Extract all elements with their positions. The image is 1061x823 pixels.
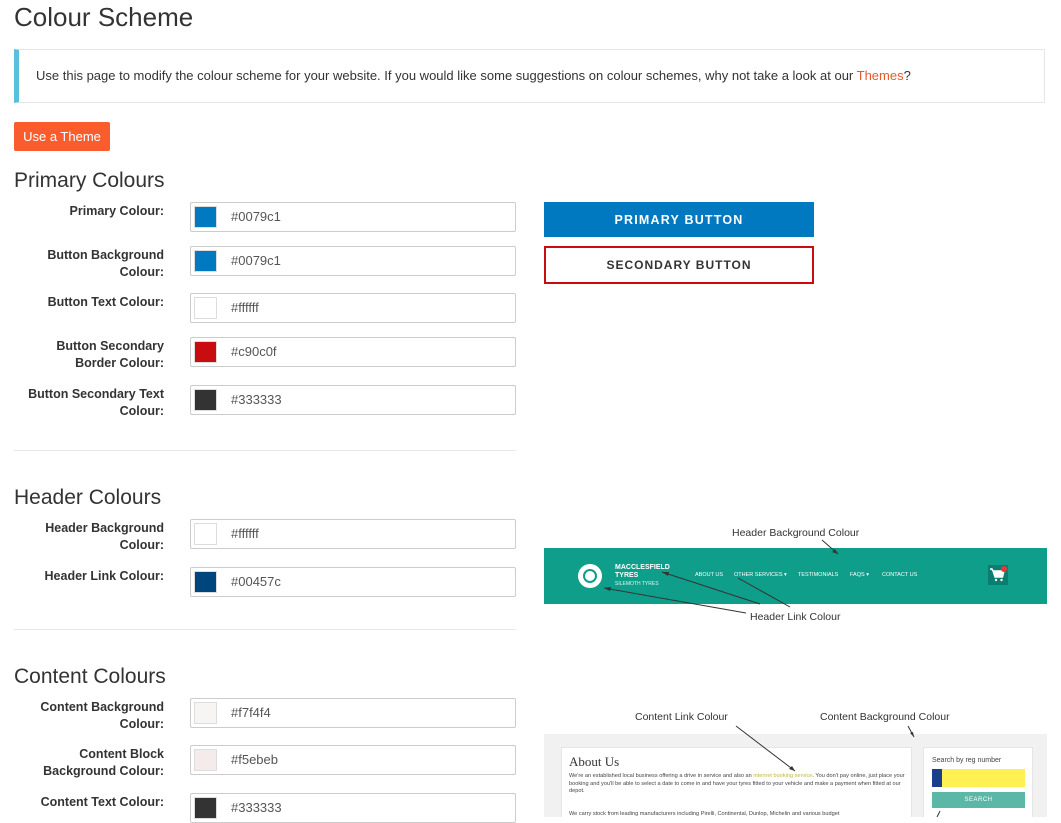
button-text-colour-label: Button Text Colour: xyxy=(47,295,164,309)
button-text-colour-swatch[interactable] xyxy=(194,297,217,319)
primary-colour-label: Primary Colour: xyxy=(69,204,164,218)
primary-button-preview[interactable]: PRIMARY BUTTON xyxy=(544,202,814,237)
themes-link[interactable]: Themes xyxy=(857,68,904,83)
header-background-colour-label: Header Background Colour: xyxy=(45,521,164,552)
content-background-colour-swatch[interactable] xyxy=(194,702,217,724)
header-background-colour-swatch[interactable] xyxy=(194,523,217,545)
content-text-colour-swatch[interactable] xyxy=(194,797,217,819)
section-divider xyxy=(14,629,516,630)
info-text: Use this page to modify the colour schem… xyxy=(36,68,857,83)
content-block-background-colour-swatch[interactable] xyxy=(194,749,217,771)
brand-line-1: MACCLESFIELD xyxy=(615,564,670,571)
primary-colour-input[interactable]: #0079c1 xyxy=(190,202,516,232)
nav-testimonials: TESTIMONIALS xyxy=(798,572,839,578)
info-suffix: ? xyxy=(903,68,911,83)
button-secondary-text-colour-label: Button Secondary Text Colour: xyxy=(28,387,164,418)
content-link-annotation: Content Link Colour xyxy=(635,711,728,723)
primary-colour-swatch[interactable] xyxy=(194,206,217,228)
content-block-background-colour-input[interactable]: #f5ebeb xyxy=(190,745,516,775)
button-text-colour-input[interactable]: #ffffff xyxy=(190,293,516,323)
search-widget-preview: Search by reg number SEARCH xyxy=(923,747,1033,817)
header-preview: MACCLESFIELD TYRES SILEMOTH TYRES ABOUT … xyxy=(544,548,1047,604)
button-secondary-border-colour-label: Button Secondary Border Colour: xyxy=(56,339,164,370)
content-preview: About Us We're an established local busi… xyxy=(544,734,1047,817)
secondary-button-preview[interactable]: SECONDARY BUTTON xyxy=(544,246,814,284)
header-background-colour-input[interactable]: #ffffff xyxy=(190,519,516,549)
search-label: Search by reg number xyxy=(932,757,1002,764)
nav-faqs: FAQS ▾ xyxy=(850,572,869,578)
nav-about-us: ABOUT US xyxy=(695,572,724,578)
content-background-colour-input[interactable]: #f7f4f4 xyxy=(190,698,516,728)
button-secondary-border-colour-value[interactable]: #c90c0f xyxy=(231,338,277,366)
header-link-colour-input[interactable]: #00457c xyxy=(190,567,516,597)
content-block-text: We're an established local business offe… xyxy=(569,773,905,796)
content-text-colour-input[interactable]: #333333 xyxy=(190,793,516,823)
brand-subtitle: SILEMOTH TYRES xyxy=(615,581,659,587)
button-background-colour-swatch[interactable] xyxy=(194,250,217,272)
content-background-annotation: Content Background Colour xyxy=(820,711,950,723)
button-secondary-text-colour-swatch[interactable] xyxy=(194,389,217,411)
button-secondary-border-colour-input[interactable]: #c90c0f xyxy=(190,337,516,367)
nav-contact-us: CONTACT US xyxy=(882,572,918,578)
content-block-background-colour-label: Content Block Background Colour: xyxy=(43,747,164,778)
header-link-annotation: Header Link Colour xyxy=(750,611,841,623)
section-divider xyxy=(14,450,516,451)
header-preview-brand: MACCLESFIELD TYRES xyxy=(615,564,670,580)
button-secondary-text-colour-value[interactable]: #333333 xyxy=(231,386,282,414)
content-text-part: We're an established local business offe… xyxy=(569,773,754,779)
primary-colour-value[interactable]: #0079c1 xyxy=(231,203,281,231)
button-background-colour-label: Button Background Colour: xyxy=(47,248,164,279)
header-background-colour-value[interactable]: #ffffff xyxy=(231,520,259,548)
button-secondary-border-colour-swatch[interactable] xyxy=(194,341,217,363)
content-background-colour-label: Content Background Colour: xyxy=(40,700,164,731)
header-link-colour-label: Header Link Colour: xyxy=(44,569,164,583)
content-block-title: About Us xyxy=(569,754,620,769)
use-theme-button[interactable]: Use a Theme xyxy=(14,122,110,151)
content-block-preview: About Us We're an established local busi… xyxy=(561,747,912,817)
header-link-colour-value[interactable]: #00457c xyxy=(231,568,281,596)
brand-line-2: TYRES xyxy=(615,572,639,579)
content-colours-title: Content Colours xyxy=(14,665,166,688)
content-background-colour-value[interactable]: #f7f4f4 xyxy=(231,699,271,727)
button-background-colour-value[interactable]: #0079c1 xyxy=(231,247,281,275)
content-block-background-colour-value[interactable]: #f5ebeb xyxy=(231,746,278,774)
content-block-text-2: We carry stock from leading manufacturer… xyxy=(569,811,840,817)
search-button-preview: SEARCH xyxy=(932,792,1025,808)
button-secondary-text-colour-input[interactable]: #333333 xyxy=(190,385,516,415)
button-background-colour-input[interactable]: #0079c1 xyxy=(190,246,516,276)
tyre-logo-icon xyxy=(578,564,602,588)
content-link-sample: internet booking service xyxy=(753,773,813,779)
nav-other-services: OTHER SERVICES ▾ xyxy=(734,572,787,578)
button-text-colour-value[interactable]: #ffffff xyxy=(231,294,259,322)
info-box: Use this page to modify the colour schem… xyxy=(14,49,1045,103)
content-text-colour-label: Content Text Colour: xyxy=(40,795,164,809)
reg-plate-input xyxy=(932,769,1025,787)
header-background-annotation: Header Background Colour xyxy=(732,527,860,539)
header-link-colour-swatch[interactable] xyxy=(194,571,217,593)
cart-icon xyxy=(988,565,1008,585)
primary-colours-title: Primary Colours xyxy=(14,169,165,192)
page-title: Colour Scheme xyxy=(14,2,194,32)
header-colours-title: Header Colours xyxy=(14,486,162,509)
content-text-colour-value[interactable]: #333333 xyxy=(231,794,282,822)
